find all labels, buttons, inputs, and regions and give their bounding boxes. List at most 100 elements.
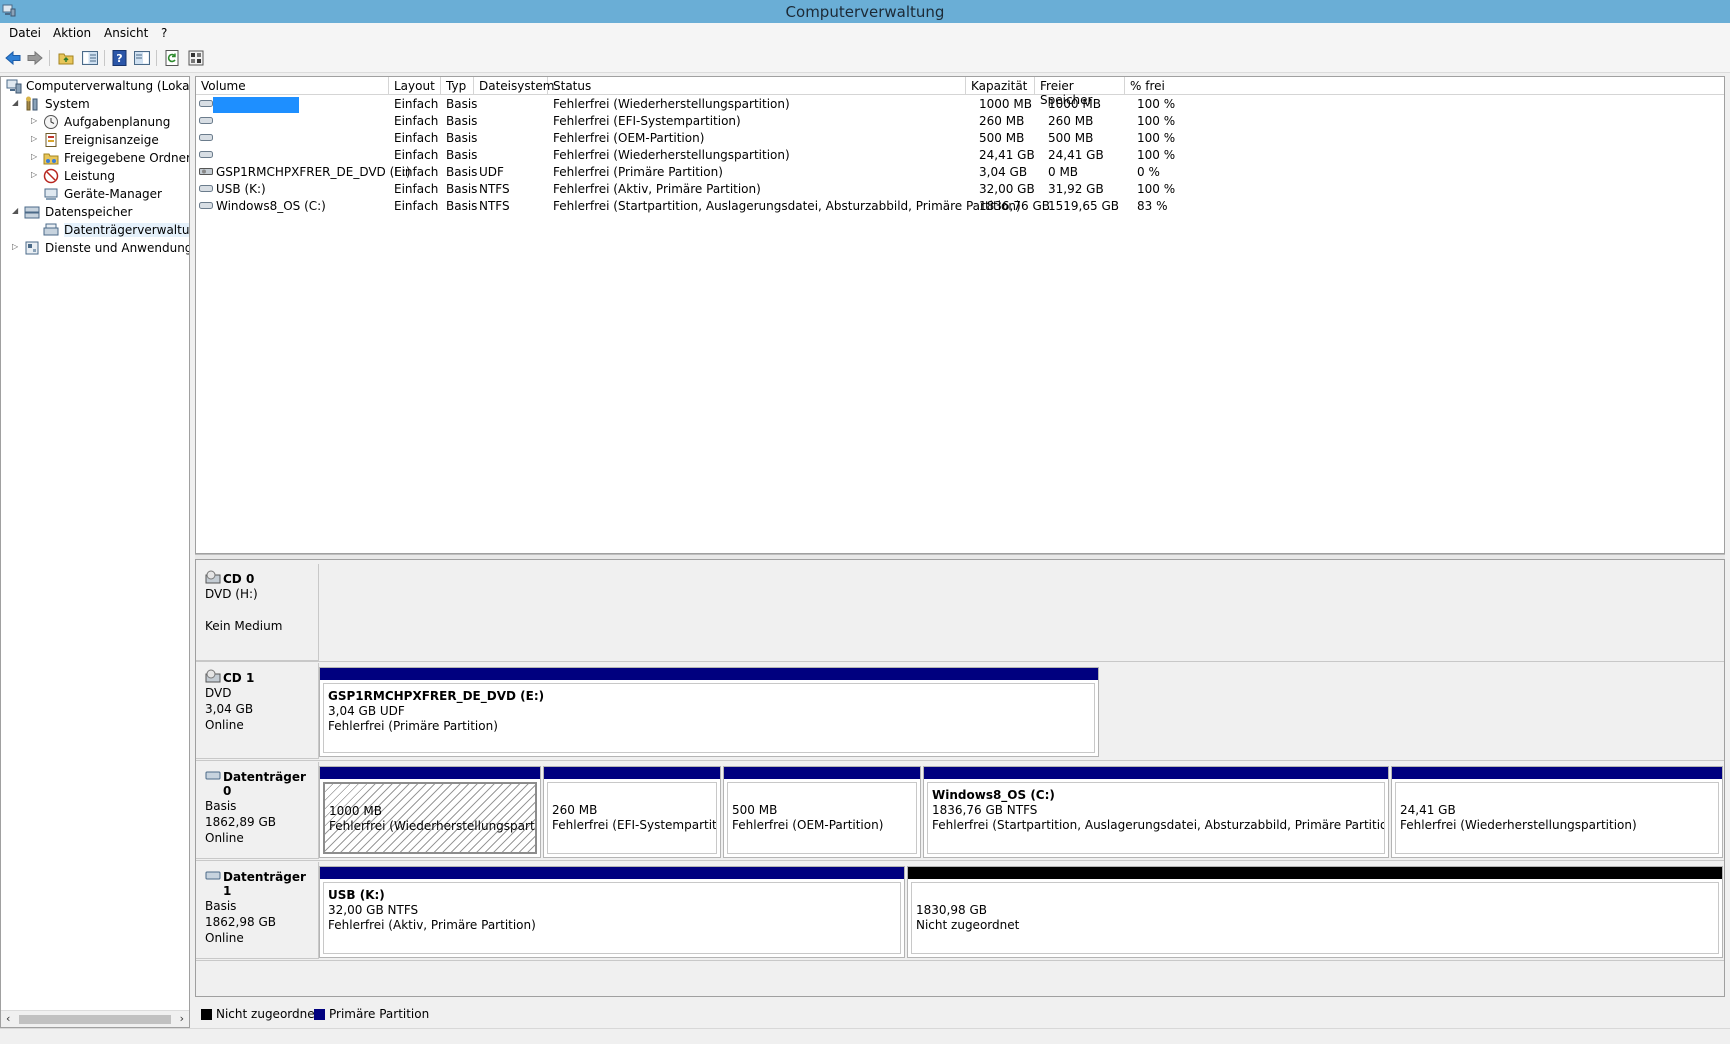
tree-label: System xyxy=(45,97,90,111)
menu-datei[interactable]: Datei xyxy=(9,26,41,40)
disk-management-icon xyxy=(43,223,59,236)
back-arrow-icon[interactable] xyxy=(4,49,22,67)
table-row[interactable]: Einfach Basis Fehlerfrei (EFI-Systempart… xyxy=(196,113,1724,130)
expand-icon[interactable]: ▷ xyxy=(31,117,39,125)
partition-status: Fehlerfrei (OEM-Partition) xyxy=(732,818,884,832)
menu-help[interactable]: ? xyxy=(161,26,167,40)
column-header-freier-speicher[interactable]: Freier Speicher xyxy=(1035,77,1125,107)
disk-size xyxy=(205,603,318,618)
partition-unallocated[interactable]: 1830,98 GB Nicht zugeordnet xyxy=(907,866,1723,958)
status-bar xyxy=(0,1028,1730,1044)
disk-name: Datenträger 0 xyxy=(223,770,306,798)
legend-label-primary: Primäre Partition xyxy=(329,1007,430,1021)
column-header-kapazitaet[interactable]: Kapazität xyxy=(966,77,1035,95)
drive-icon xyxy=(199,202,213,209)
disk-size: 1862,98 GB xyxy=(205,915,276,929)
scroll-left-icon[interactable]: ‹ xyxy=(6,1012,10,1025)
partition-size: 3,04 GB UDF xyxy=(328,704,405,718)
partition-size: 1000 MB xyxy=(329,804,382,818)
column-header-volume[interactable]: Volume xyxy=(196,77,389,95)
scroll-right-icon[interactable]: › xyxy=(180,1012,184,1025)
partition-recovery-2[interactable]: 24,41 GB Fehlerfrei (Wiederherstellungsp… xyxy=(1391,766,1723,858)
expand-icon[interactable]: ▷ xyxy=(31,135,39,143)
tree-label: Datenspeicher xyxy=(45,205,133,219)
drive-icon xyxy=(199,117,213,124)
column-header-status[interactable]: Status xyxy=(548,77,966,95)
tree-label: Computerverwaltung (Lokal) xyxy=(26,79,190,93)
partition-efi[interactable]: 260 MB Fehlerfrei (EFI-Systempartition) xyxy=(543,766,721,858)
cell-prozent-frei: 100 % xyxy=(1137,114,1176,128)
forward-arrow-icon[interactable] xyxy=(26,49,44,67)
menu-bar: Datei Aktion Ansicht ? xyxy=(0,23,1730,45)
partition-oem[interactable]: 500 MB Fehlerfrei (OEM-Partition) xyxy=(723,766,921,858)
tree-label: Leistung xyxy=(64,169,115,183)
storage-icon xyxy=(24,206,40,219)
menu-ansicht[interactable]: Ansicht xyxy=(104,26,148,40)
cell-kapazitaet: 1000 MB xyxy=(979,97,1032,111)
primary-partition-bar xyxy=(544,767,720,779)
show-hide-console-tree-icon[interactable] xyxy=(81,49,99,67)
menu-aktion[interactable]: Aktion xyxy=(53,26,91,40)
up-folder-icon[interactable] xyxy=(57,49,75,67)
cell-freier-speicher: 500 MB xyxy=(1048,131,1094,145)
legend-swatch-unallocated xyxy=(201,1009,212,1020)
column-header-dateisystem[interactable]: Dateisystem xyxy=(474,77,554,95)
cell-status: Fehlerfrei (OEM-Partition) xyxy=(553,131,705,145)
table-row[interactable]: GSP1RMCHPXFRER_DE_DVD (E:) Einfach Basis… xyxy=(196,164,1724,181)
disk-label-cd0[interactable]: CD 0 DVD (H:) Kein Medium xyxy=(196,564,319,661)
partition-status: Nicht zugeordnet xyxy=(916,918,1020,932)
volume-list: Volume Layout Typ Dateisystem Status Kap… xyxy=(195,76,1725,554)
cd-drive-icon xyxy=(205,570,221,584)
partition-recovery-1[interactable]: 1000 MB Fehlerfrei (Wiederherstellungspa… xyxy=(319,766,541,858)
column-header-prozent-frei[interactable]: % frei xyxy=(1125,77,1175,95)
partition-usb-k[interactable]: USB (K:) 32,00 GB NTFS Fehlerfrei (Aktiv… xyxy=(319,866,905,958)
cell-typ: Basis xyxy=(446,148,478,162)
table-row[interactable]: Einfach Basis Fehlerfrei (OEM-Partition)… xyxy=(196,130,1724,147)
partition-size: 24,41 GB xyxy=(1400,803,1456,817)
expand-icon[interactable]: ▷ xyxy=(31,171,39,179)
cell-prozent-frei: 100 % xyxy=(1137,182,1176,196)
table-row[interactable]: Windows8_OS (C:) Einfach Basis NTFS Fehl… xyxy=(196,198,1724,215)
tree-item-datentraegerverwaltung[interactable]: Datenträgerverwaltung xyxy=(4,221,189,239)
partition-size: 500 MB xyxy=(732,803,778,817)
partition-name: USB (K:) xyxy=(328,888,385,902)
table-row[interactable]: USB (K:) Einfach Basis NTFS Fehlerfrei (… xyxy=(196,181,1724,198)
svg-text:?: ? xyxy=(116,52,122,65)
title-bar: Computerverwaltung xyxy=(0,0,1730,23)
expand-icon[interactable]: ▷ xyxy=(12,243,20,251)
toolbar: ? xyxy=(0,45,1730,73)
cell-kapazitaet: 1836,76 GB xyxy=(979,199,1050,213)
show-action-pane-icon[interactable] xyxy=(133,49,151,67)
tree-label: Geräte-Manager xyxy=(64,187,162,201)
disk-label-cd1[interactable]: CD 1 DVD 3,04 GB Online xyxy=(196,663,319,759)
cell-status: Fehlerfrei (Wiederherstellungspartition) xyxy=(553,148,790,162)
column-header-typ[interactable]: Typ xyxy=(441,77,474,95)
tree-horizontal-scrollbar[interactable]: ‹ › xyxy=(1,1010,189,1027)
disk-label-disk1[interactable]: Datenträger 1 Basis 1862,98 GB Online xyxy=(196,862,319,959)
performance-icon xyxy=(43,168,59,184)
partition-windows8-os[interactable]: Windows8_OS (C:) 1836,76 GB NTFS Fehlerf… xyxy=(923,766,1389,858)
table-row[interactable]: Einfach Basis Fehlerfrei (Wiederherstell… xyxy=(196,147,1724,164)
partition-dvd-e[interactable]: GSP1RMCHPXFRER_DE_DVD (E:) 3,04 GB UDF F… xyxy=(319,667,1099,757)
drive-icon xyxy=(199,100,213,107)
collapse-icon[interactable]: ◢ xyxy=(12,207,20,215)
primary-partition-bar xyxy=(320,668,1098,680)
cell-prozent-frei: 100 % xyxy=(1137,148,1176,162)
cell-status: Fehlerfrei (Aktiv, Primäre Partition) xyxy=(553,182,761,196)
tree-label: Aufgabenplanung xyxy=(64,115,171,129)
tree-label: Freigegebene Ordner xyxy=(64,151,190,165)
expand-icon[interactable]: ▷ xyxy=(31,153,39,161)
refresh-icon[interactable] xyxy=(163,49,181,67)
help-icon[interactable]: ? xyxy=(111,49,129,67)
properties-icon[interactable] xyxy=(187,49,205,67)
drive-icon xyxy=(199,134,213,141)
disk-type: Basis xyxy=(205,899,237,913)
scrollbar-thumb[interactable] xyxy=(19,1015,171,1024)
column-header-layout[interactable]: Layout xyxy=(389,77,441,95)
table-row[interactable]: Einfach Basis Fehlerfrei (Wiederherstell… xyxy=(196,96,1724,113)
dvd-drive-icon xyxy=(199,168,213,175)
collapse-icon[interactable]: ◢ xyxy=(12,99,20,107)
partition-status: Fehlerfrei (Aktiv, Primäre Partition) xyxy=(328,918,536,932)
disk-label-disk0[interactable]: Datenträger 0 Basis 1862,89 GB Online xyxy=(196,762,319,859)
cell-freier-speicher: 260 MB xyxy=(1048,114,1094,128)
